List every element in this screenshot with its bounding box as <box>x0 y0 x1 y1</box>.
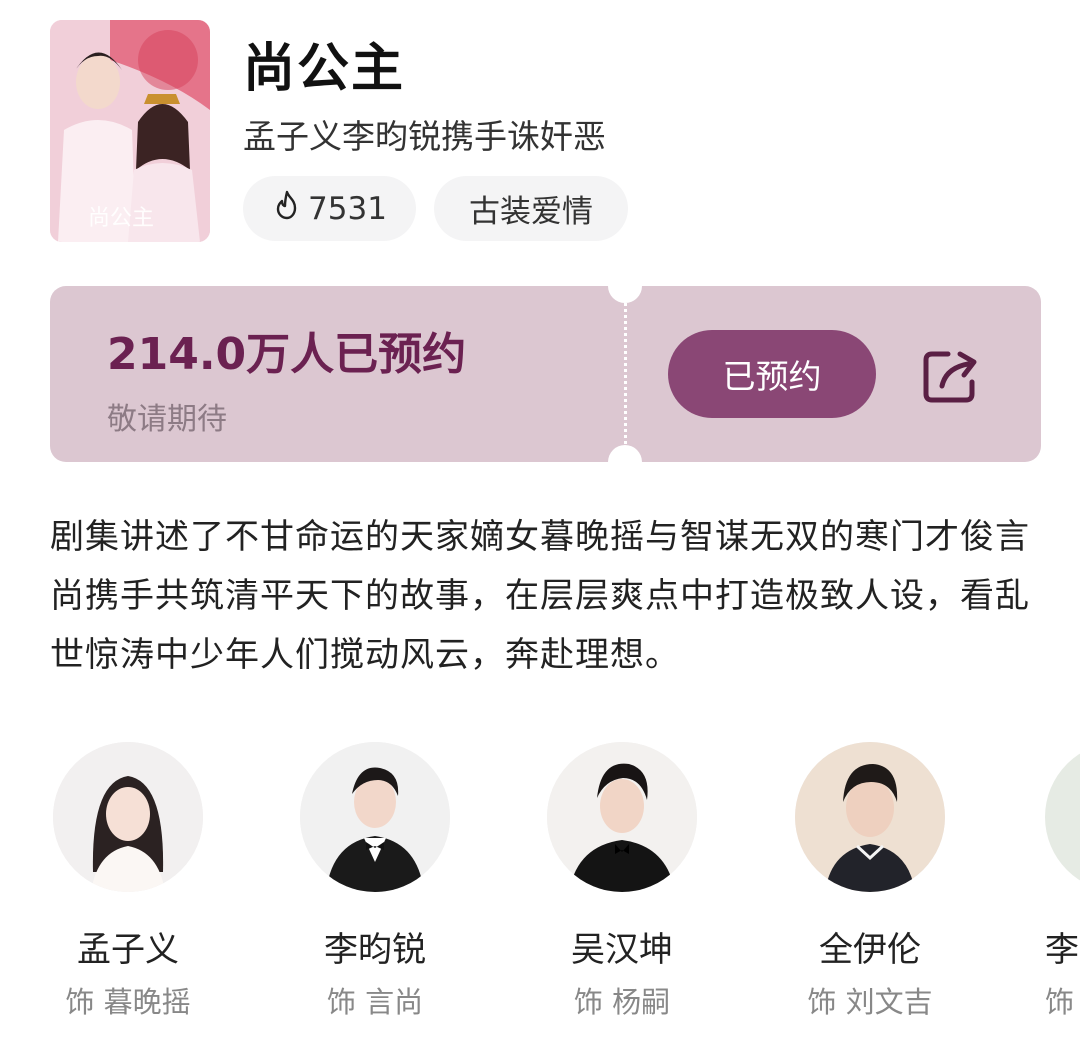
ticket-divider <box>624 286 627 462</box>
genre-tag[interactable]: 古装爱情 <box>434 176 628 241</box>
avatar <box>53 742 203 892</box>
cast-item[interactable]: 李 饰 <box>1045 742 1080 1042</box>
actor-role: 饰 刘文吉 <box>807 985 933 1019</box>
reservation-card: 214.0万人已预约 敬请期待 已预约 <box>50 286 1041 462</box>
actor-name: 全伊伦 <box>819 930 921 970</box>
drama-detail-page: 尚公主 尚公主 孟子义李昀锐携手诛奸恶 7531 古装爱情 214.0万人已预约… <box>0 0 1080 1043</box>
cast-item[interactable]: 吴汉坤 饰 杨嗣 <box>522 742 722 1021</box>
show-subtitle: 孟子义李昀锐携手诛奸恶 <box>243 117 606 156</box>
avatar <box>1045 742 1080 892</box>
actor-role: 饰 言尚 <box>326 985 424 1019</box>
page-title: 尚公主 <box>243 39 406 99</box>
reservation-count: 214.0万人已预约 <box>107 329 467 380</box>
cast-list: 孟子义 饰 暮晚摇 李昀锐 饰 言尚 吴汉坤 饰 杨嗣 全伊伦 饰 刘文吉 李 … <box>0 742 1080 1042</box>
poster-image: 尚公主 <box>50 20 210 242</box>
reservation-note: 敬请期待 <box>107 402 227 437</box>
avatar <box>300 742 450 892</box>
show-poster[interactable]: 尚公主 <box>50 20 210 242</box>
synopsis-text: 剧集讲述了不甘命运的天家嫡女暮晚摇与智谋无双的寒门才俊言尚携手共筑清平天下的故事… <box>50 517 1030 675</box>
actor-name: 吴汉坤 <box>571 930 673 970</box>
actor-role: 饰 暮晚摇 <box>65 985 191 1019</box>
svg-text:尚公主: 尚公主 <box>88 205 154 230</box>
heat-tag[interactable]: 7531 <box>243 176 416 241</box>
actor-name: 孟子义 <box>77 930 179 970</box>
cast-item[interactable]: 孟子义 饰 暮晚摇 <box>28 742 228 1021</box>
avatar <box>547 742 697 892</box>
heat-value: 7531 <box>308 190 387 227</box>
reserved-button[interactable]: 已预约 <box>668 330 876 418</box>
actor-role: 饰 杨嗣 <box>573 985 671 1019</box>
cast-item[interactable]: 全伊伦 饰 刘文吉 <box>770 742 970 1021</box>
share-button[interactable] <box>918 344 986 406</box>
flame-icon <box>272 189 302 229</box>
avatar <box>795 742 945 892</box>
cast-item[interactable]: 李昀锐 饰 言尚 <box>275 742 475 1021</box>
share-icon <box>923 351 977 403</box>
actor-role: 饰 <box>1045 985 1075 1019</box>
actor-name: 李昀锐 <box>324 930 426 970</box>
actor-name: 李 <box>1045 930 1079 970</box>
